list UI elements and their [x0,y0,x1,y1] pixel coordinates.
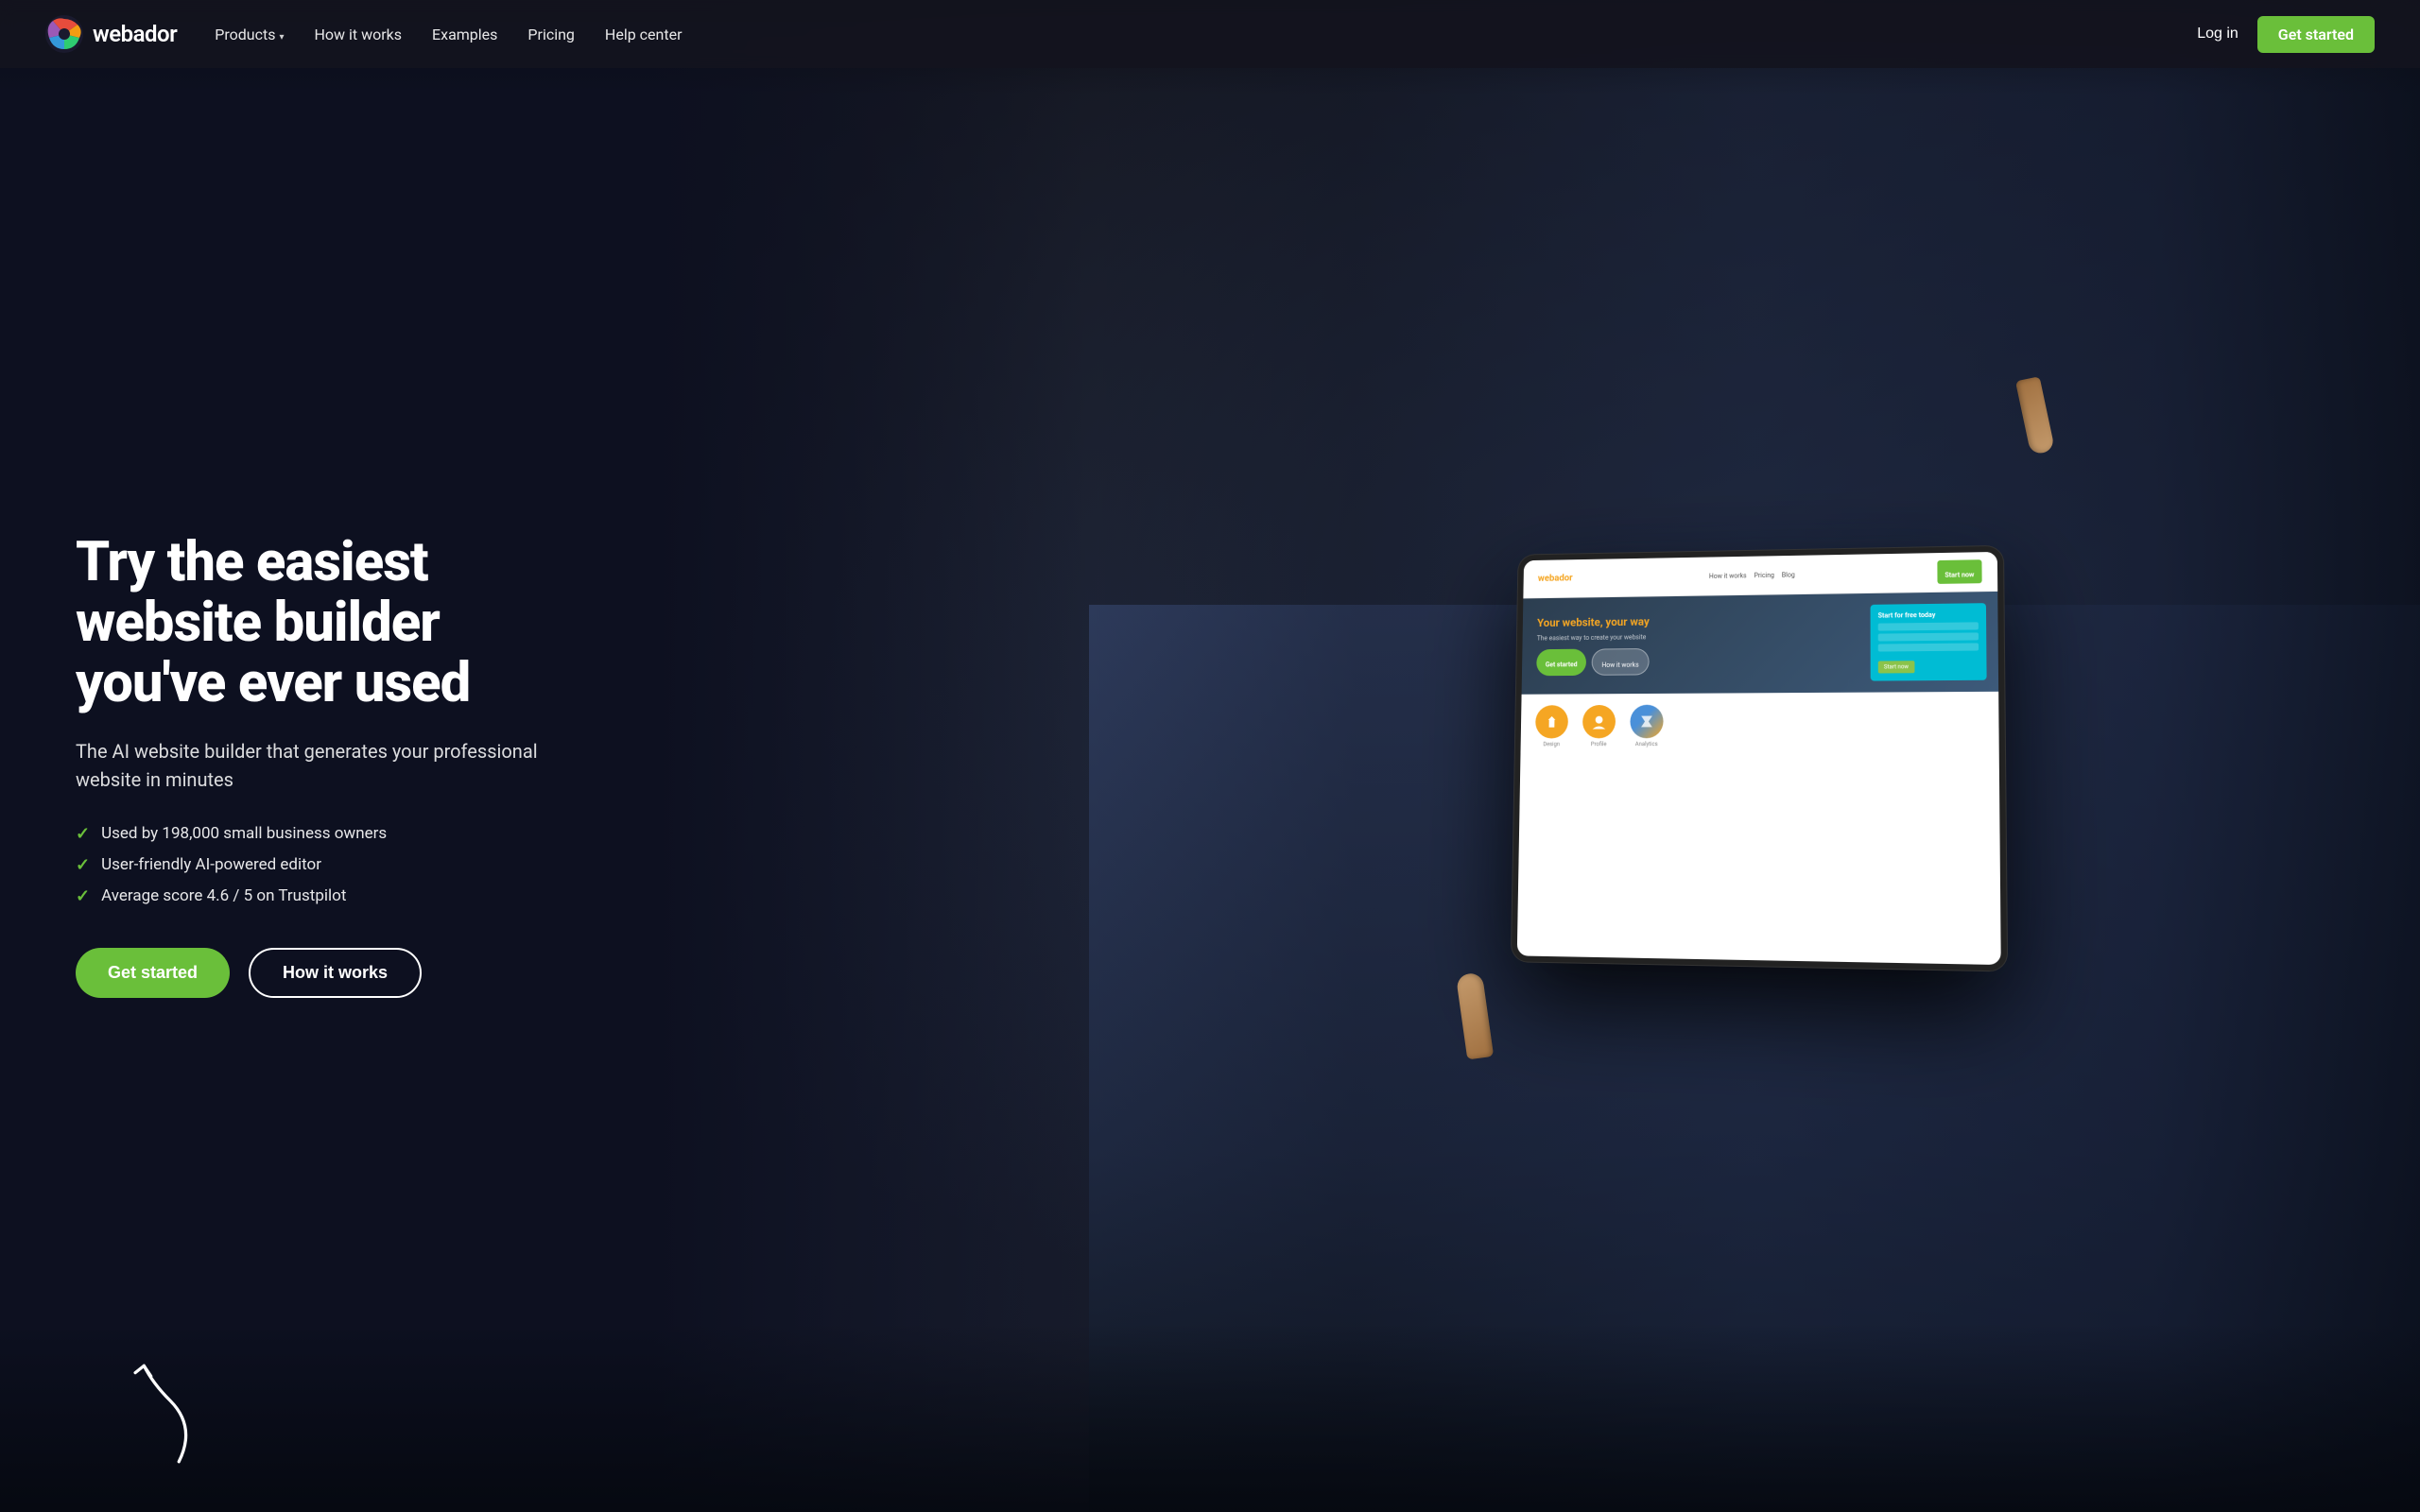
nav-link-how-it-works[interactable]: How it works [314,26,402,43]
mini-icon-2 [1582,705,1616,738]
hero-buttons: Get started How it works [76,948,586,998]
mini-icon-item-1: Design [1535,705,1568,747]
checklist-text-3: Average score 4.6 / 5 on Trustpilot [101,886,346,905]
mini-nav-links: How it works Pricing Blog [1709,571,1795,579]
hero-title: Try the easiest website builder you've e… [76,533,586,713]
nav-item-pricing[interactable]: Pricing [527,26,575,43]
checklist-item-3: ✓ Average score 4.6 / 5 on Trustpilot [76,886,586,906]
mini-icon-label-2: Profile [1591,741,1607,747]
how-it-works-hero-button[interactable]: How it works [249,948,422,998]
mini-nav-link-1: How it works [1709,572,1747,579]
curved-arrow-container [123,1357,217,1474]
logo-text: webador [93,21,177,47]
nav-item-products[interactable]: Products ▾ [215,26,284,43]
hero-section: webador How it works Pricing Blog Start … [0,0,2420,1512]
curved-arrow-icon [123,1357,217,1470]
mini-hero-sub: The easiest way to create your website [1537,632,1748,642]
hero-subtitle: The AI website builder that generates yo… [76,737,567,794]
checklist-text-1: Used by 198,000 small business owners [101,824,387,843]
navbar-left: webador Products ▾ How it works Examples… [45,15,683,53]
mini-cta-button: Start now [1878,661,1914,673]
mini-icon-label-3: Analytics [1635,741,1658,747]
checklist-text-2: User-friendly AI-powered editor [101,855,321,874]
mini-hero-section: Your website, your way The easiest way t… [1522,592,1999,694]
check-icon-3: ✓ [76,886,90,906]
check-icon-2: ✓ [76,855,90,875]
mini-logo-text: webador [1538,574,1573,584]
mini-nav: webador How it works Pricing Blog Start … [1523,552,1997,598]
dark-overlay-bottom [0,1323,2420,1512]
mini-icon-item-2: Profile [1582,705,1616,747]
checklist-item-1: ✓ Used by 198,000 small business owners [76,824,586,844]
person-scene: webador How it works Pricing Blog Start … [1089,0,2420,1512]
hero-content: Try the easiest website builder you've e… [0,420,662,1091]
mini-nav-link-2: Pricing [1754,571,1773,578]
webador-logo-icon [45,15,83,53]
nav-item-examples[interactable]: Examples [432,26,497,43]
nav-link-help-center[interactable]: Help center [605,26,683,43]
nav-links: Products ▾ How it works Examples Pricing… [215,26,682,43]
mini-content-section: Design Profile [1520,691,1998,758]
mini-cta-field-3 [1878,643,1979,651]
get-started-hero-button[interactable]: Get started [76,948,230,998]
check-icon-1: ✓ [76,824,90,844]
mini-icon-1 [1535,705,1568,738]
mini-icon-3 [1630,704,1663,738]
navbar: webador Products ▾ How it works Examples… [0,0,2420,68]
tablet-device: webador How it works Pricing Blog Start … [1512,546,2007,971]
hero-checklist: ✓ Used by 198,000 small business owners … [76,824,586,906]
mini-icons-row: Design Profile [1535,703,1983,747]
login-button[interactable]: Log in [2197,26,2238,43]
mini-cta-field-1 [1878,622,1979,630]
mini-cta-field-2 [1878,632,1979,641]
nav-link-examples[interactable]: Examples [432,26,497,43]
checklist-item-2: ✓ User-friendly AI-powered editor [76,855,586,875]
logo-link[interactable]: webador [45,15,177,53]
mini-icon-item-3: Analytics [1630,704,1664,747]
nav-item-help-center[interactable]: Help center [605,26,683,43]
tablet-screen: webador How it works Pricing Blog Start … [1517,552,2001,965]
get-started-nav-button[interactable]: Get started [2257,16,2375,53]
mini-nav-link-3: Blog [1782,571,1795,578]
products-dropdown-arrow: ▾ [279,32,284,43]
nav-link-products[interactable]: Products [215,26,275,43]
mini-hero-text: Your website, your way [1537,614,1748,631]
hand-thumb-left [1461,973,1488,1058]
hand-thumb-right [2023,378,2048,454]
navbar-right: Log in Get started [2197,16,2375,53]
nav-item-how-it-works[interactable]: How it works [314,26,402,43]
mini-cta-box: Start for free today Start now [1871,603,1987,680]
nav-link-pricing[interactable]: Pricing [527,26,575,43]
mini-icon-label-1: Design [1543,741,1560,747]
